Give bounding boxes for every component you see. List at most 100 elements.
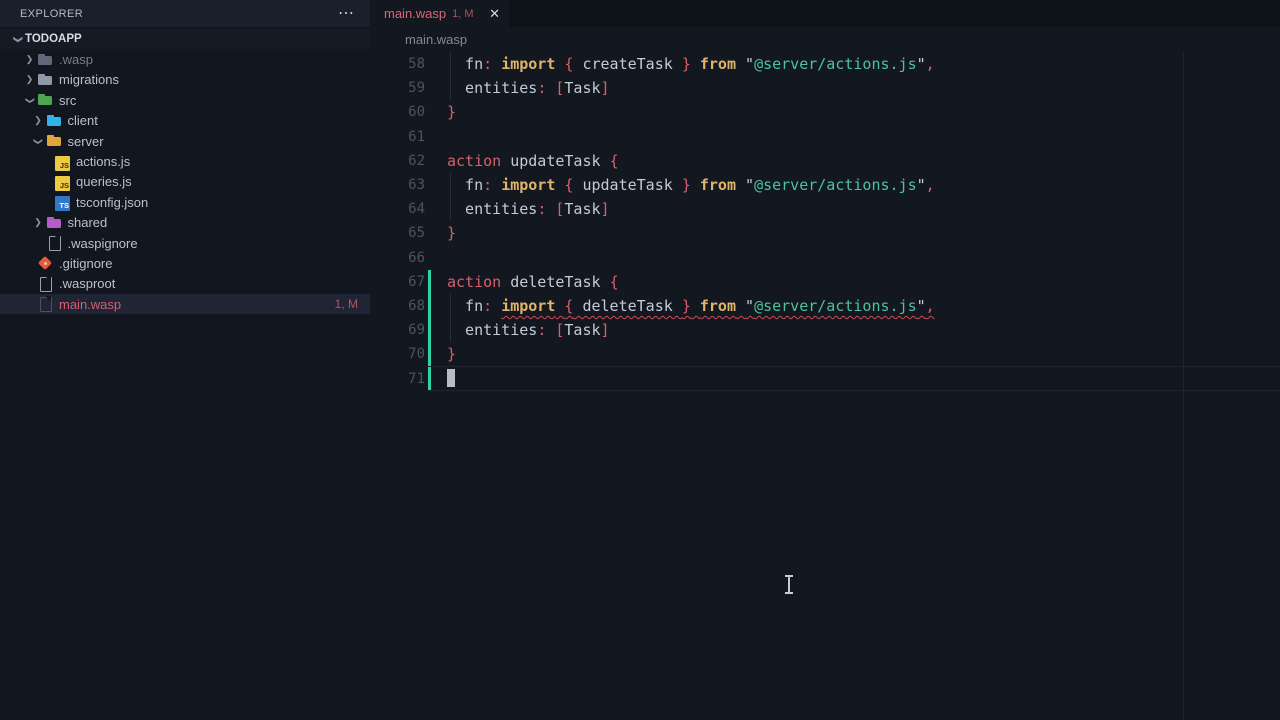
code-line-67[interactable]: 67 action deleteTask { — [370, 270, 1280, 294]
tab-main-wasp[interactable]: main.wasp 1, M ✕ — [370, 0, 510, 27]
code-line-70[interactable]: 70} — [370, 342, 1280, 366]
code-line-66[interactable]: 66 — [370, 246, 1280, 270]
code-line-58[interactable]: 58 fn: import { createTask } from "@serv… — [370, 52, 1280, 76]
gutter-spacer — [428, 76, 431, 100]
tree-item-label: client — [68, 113, 98, 128]
code-line-65[interactable]: 65} — [370, 221, 1280, 245]
line-number: 65 — [370, 225, 425, 241]
chevron-collapsed-icon: ❯ — [31, 217, 46, 228]
tree-item-shared[interactable]: ❯shared — [0, 213, 370, 233]
line-number: 66 — [370, 250, 425, 266]
close-icon[interactable]: ✕ — [489, 6, 500, 22]
line-number: 69 — [370, 322, 425, 338]
line-number: 71 — [370, 371, 425, 387]
gutter-spacer — [428, 197, 431, 221]
chevron-collapsed-icon: ❯ — [22, 74, 37, 85]
line-number: 60 — [370, 104, 425, 120]
explorer-header: EXPLORER ⋯ — [0, 0, 370, 27]
line-text: action deleteTask { — [447, 270, 619, 294]
line-number: 67 — [370, 274, 425, 290]
chevron-expanded-icon: ❯ — [10, 34, 25, 45]
line-text: entities: [Task] — [447, 197, 610, 221]
tree-item-queries-js[interactable]: queries.js — [0, 172, 370, 192]
tree-item-main-wasp[interactable]: main.wasp 1, M — [0, 294, 370, 314]
tree-item-label: src — [59, 93, 76, 108]
chevron-collapsed-icon: ❯ — [31, 115, 46, 126]
chevron-expanded-icon: ❯ — [31, 136, 46, 147]
explorer-sidebar: EXPLORER ⋯ ❯ TODOAPP ❯.wasp❯migrations❯s… — [0, 0, 370, 720]
tree-item-label: main.wasp — [59, 297, 121, 312]
tree-item-src[interactable]: ❯ src — [0, 90, 370, 110]
line-text: entities: [Task] — [447, 76, 610, 100]
more-actions-icon[interactable]: ⋯ — [338, 9, 354, 19]
tree-item-actions-js[interactable]: actions.js — [0, 151, 370, 171]
code-line-60[interactable]: 60} — [370, 100, 1280, 124]
ts-icon — [54, 194, 70, 210]
tab-bar: main.wasp 1, M ✕ — [370, 0, 1280, 27]
line-text: } — [447, 100, 456, 124]
code-line-63[interactable]: 63 fn: import { updateTask } from "@serv… — [370, 173, 1280, 197]
explorer-title: EXPLORER — [20, 8, 83, 20]
tree-item-label: .wasproot — [59, 276, 115, 291]
file-dim-icon — [37, 296, 53, 312]
line-number: 59 — [370, 80, 425, 96]
folder-icon — [37, 52, 53, 68]
line-number: 63 — [370, 177, 425, 193]
text-cursor — [447, 369, 455, 387]
git-status-badge: 1, M — [335, 297, 370, 311]
tree-item-tsconfig-json[interactable]: tsconfig.json — [0, 192, 370, 212]
git-added-gutter-icon — [428, 294, 431, 318]
folder-icon — [37, 92, 53, 108]
tree-item-label: .waspignore — [68, 236, 138, 251]
gutter-spacer — [428, 52, 431, 76]
code-line-68[interactable]: 68 fn: import { deleteTask } from "@serv… — [370, 294, 1280, 318]
tree-item-label: .wasp — [59, 52, 93, 67]
git-added-gutter-icon — [428, 270, 431, 294]
line-text: fn: import { createTask } from "@server/… — [447, 52, 935, 76]
tree-root-todoapp[interactable]: ❯ TODOAPP — [0, 29, 370, 49]
code-line-71[interactable]: 71 — [370, 366, 1280, 390]
code-line-61[interactable]: 61 — [370, 125, 1280, 149]
tree-item-wasproot[interactable]: .wasproot — [0, 274, 370, 294]
tree-item-client[interactable]: ❯ client — [0, 111, 370, 131]
code-line-59[interactable]: 59 entities: [Task] — [370, 76, 1280, 100]
folder-icon — [46, 113, 62, 129]
gutter-spacer — [428, 173, 431, 197]
tree-item-label: .gitignore — [59, 256, 112, 271]
js-icon — [54, 154, 70, 170]
folder-icon — [46, 133, 62, 149]
chevron-expanded-icon: ❯ — [22, 95, 37, 106]
code-line-64[interactable]: 64 entities: [Task] — [370, 197, 1280, 221]
line-number: 58 — [370, 56, 425, 72]
tree-item-waspignore[interactable]: .waspignore — [0, 233, 370, 253]
gutter-spacer — [428, 246, 431, 270]
line-number: 64 — [370, 201, 425, 217]
tree-item-gitignore[interactable]: .gitignore — [0, 253, 370, 273]
file-icon — [46, 235, 62, 251]
file-tree: ❯ TODOAPP ❯.wasp❯migrations❯src❯client❯s… — [0, 29, 370, 314]
git-icon — [37, 255, 53, 271]
line-number: 70 — [370, 346, 425, 362]
git-added-gutter-icon — [428, 366, 431, 390]
tree-items: ❯.wasp❯migrations❯src❯client❯serveractio… — [0, 49, 370, 314]
breadcrumb[interactable]: main.wasp — [370, 27, 1280, 52]
tree-item-wasp[interactable]: ❯.wasp — [0, 49, 370, 69]
git-added-gutter-icon — [428, 342, 431, 366]
js-icon — [54, 174, 70, 190]
line-text: action updateTask { — [447, 149, 619, 173]
error-squiggle: import { deleteTask } from "@server/acti… — [501, 297, 935, 315]
tree-item-label: migrations — [59, 72, 119, 87]
code-line-69[interactable]: 69 entities: [Task] — [370, 318, 1280, 342]
tree-item-migrations[interactable]: ❯ migrations — [0, 70, 370, 90]
code-area[interactable]: 58 fn: import { createTask } from "@serv… — [370, 52, 1280, 391]
line-text: fn: import { updateTask } from "@server/… — [447, 173, 935, 197]
tree-item-label: actions.js — [76, 154, 130, 169]
vscode-window: EXPLORER ⋯ ❯ TODOAPP ❯.wasp❯migrations❯s… — [0, 0, 1280, 720]
tree-item-server[interactable]: ❯server — [0, 131, 370, 151]
folder-icon — [46, 215, 62, 231]
code-line-62[interactable]: 62action updateTask { — [370, 149, 1280, 173]
breadcrumb-filename: main.wasp — [405, 32, 467, 47]
tree-item-label: queries.js — [76, 174, 132, 189]
file-icon — [37, 276, 53, 292]
line-text: } — [447, 342, 456, 366]
